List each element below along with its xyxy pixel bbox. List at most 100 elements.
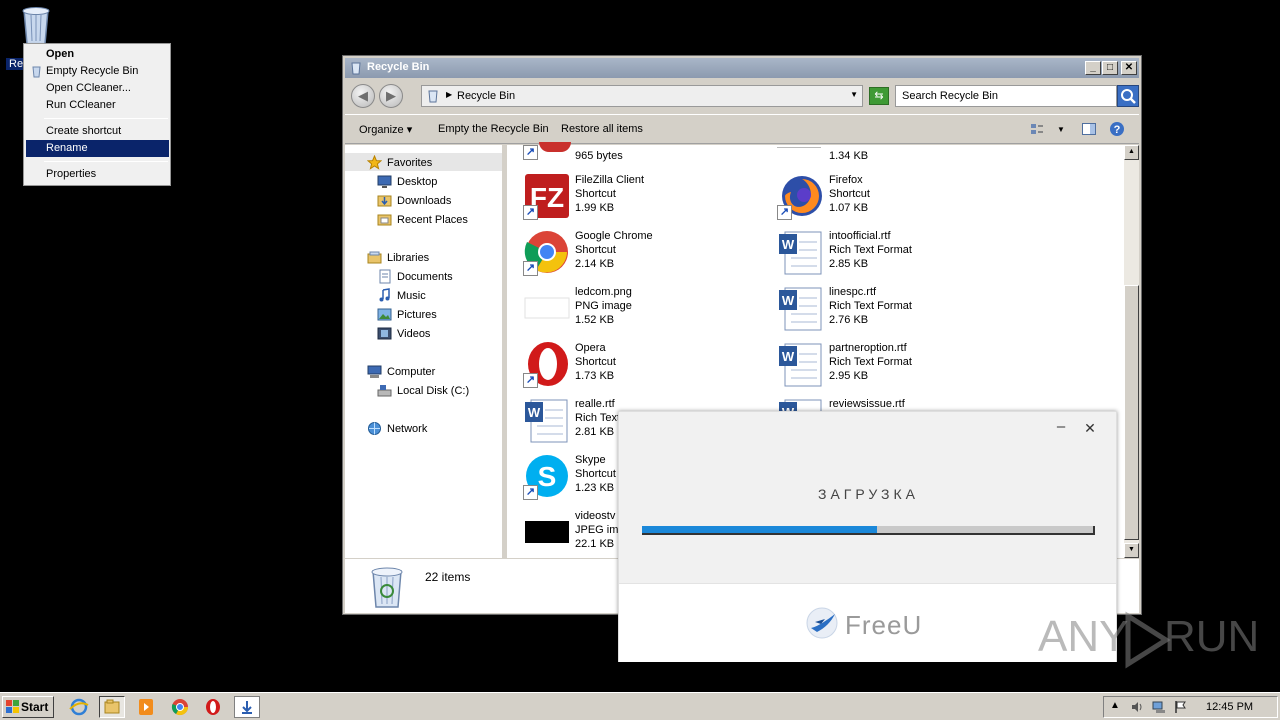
nav-music[interactable]: Music bbox=[397, 288, 426, 305]
file-size: 1.99 KB bbox=[575, 202, 615, 214]
file-meta: reviewsissue.rtf bbox=[829, 397, 905, 411]
action-center-flag-icon[interactable] bbox=[1174, 700, 1188, 714]
restore-all-button[interactable]: Restore all items bbox=[561, 123, 643, 135]
menu-item-create-shortcut[interactable]: Create shortcut bbox=[26, 123, 169, 140]
address-bar[interactable]: ▶ Recycle Bin ▼ bbox=[421, 85, 863, 107]
file-size: 965 bytes bbox=[575, 150, 623, 162]
svg-text:?: ? bbox=[1114, 124, 1121, 136]
file-type: PNG image bbox=[575, 300, 632, 312]
svg-text:W: W bbox=[528, 405, 541, 420]
nav-local-disk[interactable]: Local Disk (C:) bbox=[397, 383, 469, 400]
freeu-logo-icon bbox=[806, 607, 838, 639]
file-size: 2.76 KB bbox=[829, 314, 869, 326]
refresh-button[interactable]: ⇆ bbox=[869, 87, 889, 105]
close-button[interactable]: ✕ bbox=[1121, 61, 1137, 75]
opera-taskbar-icon[interactable] bbox=[200, 696, 226, 718]
menu-item-run-ccleaner[interactable]: Run CCleaner bbox=[26, 97, 169, 114]
anyrun-watermark: ANY RUN bbox=[1036, 606, 1259, 672]
installer-taskbar-icon[interactable] bbox=[234, 696, 260, 718]
view-dropdown-icon[interactable]: ▼ bbox=[1057, 125, 1065, 134]
documents-icon bbox=[377, 269, 392, 284]
taskbar: Start ▲ 12:45 PM bbox=[0, 692, 1280, 720]
tray-expand-icon[interactable]: ▲ bbox=[1110, 700, 1124, 714]
file-name: FileZilla Client bbox=[575, 174, 645, 186]
list-item[interactable]: 1.34 KB bbox=[777, 142, 1017, 164]
nav-videos[interactable]: Videos bbox=[397, 326, 430, 343]
file-type: Shortcut bbox=[575, 188, 616, 200]
chevron-down-icon[interactable]: ▼ bbox=[850, 90, 858, 99]
nav-documents[interactable]: Documents bbox=[397, 269, 453, 286]
explorer-taskbar-icon[interactable] bbox=[99, 696, 125, 718]
file-name: Firefox bbox=[829, 174, 863, 186]
shortcut-arrow-icon: ↗ bbox=[523, 145, 538, 160]
shortcut-arrow-icon: ↗ bbox=[777, 205, 792, 220]
back-button[interactable]: ◀ bbox=[351, 84, 375, 108]
list-item[interactable]: W intoofficial.rtf Rich Text Format 2.85… bbox=[777, 228, 1017, 280]
search-input[interactable]: Search Recycle Bin bbox=[895, 85, 1117, 107]
vertical-scrollbar[interactable]: ▲ ▼ bbox=[1124, 145, 1139, 558]
file-meta: partneroption.rtf Rich Text Format 2.95 … bbox=[829, 341, 912, 383]
help-icon[interactable]: ? bbox=[1109, 121, 1125, 137]
dialog-close-button[interactable]: ✕ bbox=[1082, 421, 1098, 437]
empty-recycle-bin-button[interactable]: Empty the Recycle Bin bbox=[438, 123, 549, 135]
file-meta: linespc.rtf Rich Text Format 2.76 KB bbox=[829, 285, 912, 327]
internet-explorer-icon[interactable] bbox=[66, 696, 92, 718]
forward-button[interactable]: ▶ bbox=[379, 84, 403, 108]
file-name: reviewsissue.rtf bbox=[829, 398, 905, 410]
start-label: Start bbox=[21, 700, 49, 714]
maximize-button[interactable]: □ bbox=[1102, 61, 1118, 75]
chrome-taskbar-icon[interactable] bbox=[167, 696, 193, 718]
view-options-icon[interactable] bbox=[1029, 121, 1045, 137]
word-document-icon: W bbox=[777, 340, 825, 388]
file-meta: Opera Shortcut 1.73 KB bbox=[575, 341, 616, 383]
list-item[interactable]: ↗ Google Chrome Shortcut 2.14 KB bbox=[523, 228, 763, 280]
item-count: 22 items bbox=[425, 570, 471, 584]
nav-network[interactable]: Network bbox=[387, 421, 427, 438]
list-item[interactable]: ↗ Firefox Shortcut 1.07 KB bbox=[777, 172, 1017, 224]
nav-computer[interactable]: Computer bbox=[387, 364, 435, 381]
network-tray-icon[interactable] bbox=[1152, 700, 1166, 714]
nav-desktop[interactable]: Desktop bbox=[397, 174, 437, 191]
music-icon bbox=[377, 288, 392, 303]
menu-item-rename[interactable]: Rename bbox=[26, 140, 169, 157]
scroll-down-button[interactable]: ▼ bbox=[1124, 543, 1139, 558]
brand-name: FreeU bbox=[845, 610, 923, 640]
organize-button[interactable]: Organize ▾ bbox=[359, 123, 412, 136]
document-icon bbox=[777, 142, 821, 148]
menu-item-open[interactable]: Open bbox=[26, 46, 169, 63]
minimize-button[interactable]: _ bbox=[1085, 61, 1101, 75]
start-button[interactable]: Start bbox=[2, 696, 54, 718]
nav-recent-places[interactable]: Recent Places bbox=[397, 212, 468, 229]
scroll-thumb[interactable] bbox=[1124, 285, 1139, 540]
list-item[interactable]: W linespc.rtf Rich Text Format 2.76 KB bbox=[777, 284, 1017, 336]
volume-icon[interactable] bbox=[1130, 700, 1144, 714]
file-size: 1.34 KB bbox=[829, 150, 869, 162]
preview-pane-icon[interactable] bbox=[1081, 121, 1097, 137]
menu-item-empty-recycle-bin[interactable]: Empty Recycle Bin bbox=[26, 63, 169, 80]
file-size: 2.14 KB bbox=[575, 258, 615, 270]
nav-pictures[interactable]: Pictures bbox=[397, 307, 437, 324]
menu-item-properties[interactable]: Properties bbox=[26, 166, 169, 183]
media-player-icon[interactable] bbox=[133, 696, 159, 718]
dialog-minimize-button[interactable]: – bbox=[1053, 419, 1069, 436]
menu-item-open-ccleaner[interactable]: Open CCleaner... bbox=[26, 80, 169, 97]
star-icon bbox=[366, 154, 383, 170]
list-item[interactable]: W partneroption.rtf Rich Text Format 2.9… bbox=[777, 340, 1017, 392]
list-item[interactable]: FZ ↗ FileZilla Client Shortcut 1.99 KB bbox=[523, 172, 763, 224]
list-item[interactable]: ↗ 965 bytes bbox=[523, 142, 763, 164]
nav-libraries[interactable]: Libraries bbox=[387, 250, 429, 267]
drive-icon bbox=[377, 383, 392, 398]
nav-downloads[interactable]: Downloads bbox=[397, 193, 451, 210]
nav-favorites[interactable]: Favorites bbox=[387, 155, 432, 172]
scroll-up-button[interactable]: ▲ bbox=[1124, 145, 1139, 160]
title-bar[interactable]: Recycle Bin _ □ ✕ bbox=[345, 58, 1139, 78]
search-icon[interactable] bbox=[1117, 85, 1139, 107]
file-name: Opera bbox=[575, 342, 606, 354]
desktop-recycle-bin-icon[interactable] bbox=[14, 6, 58, 46]
list-item[interactable]: ledcom.png PNG image 1.52 KB bbox=[523, 284, 763, 336]
organize-label: Organize bbox=[359, 124, 404, 136]
breadcrumb-arrow-icon[interactable]: ▶ bbox=[446, 90, 452, 99]
breadcrumb: Recycle Bin bbox=[457, 90, 516, 102]
file-meta: Firefox Shortcut 1.07 KB bbox=[829, 173, 870, 215]
list-item[interactable]: ↗ Opera Shortcut 1.73 KB bbox=[523, 340, 763, 392]
